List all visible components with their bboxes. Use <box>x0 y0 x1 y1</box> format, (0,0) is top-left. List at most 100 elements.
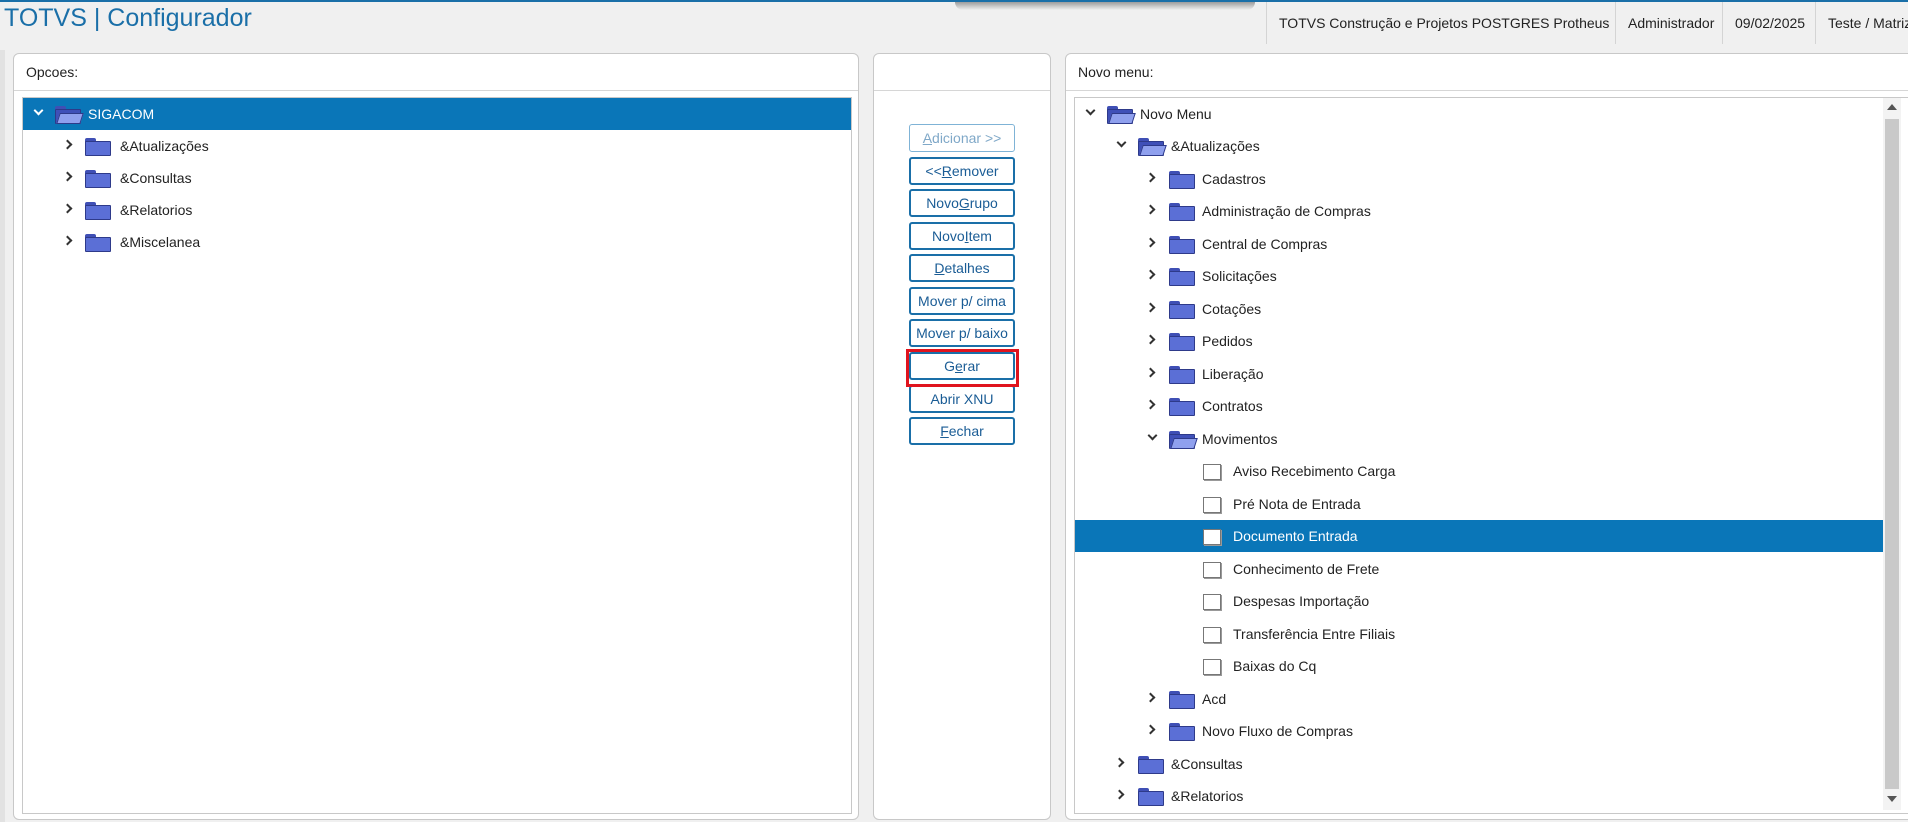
document-icon <box>1203 464 1221 480</box>
tree-node-consultas[interactable]: &Consultas <box>23 162 851 194</box>
chevron-down-icon[interactable] <box>1116 137 1127 148</box>
tree-node-miscelanea[interactable]: &Miscelanea <box>23 226 851 258</box>
chevron-right-icon[interactable] <box>1145 334 1156 345</box>
close-button[interactable]: Fechar <box>909 417 1015 445</box>
scrollbar-thumb[interactable] <box>1885 119 1899 789</box>
chevron-right-icon[interactable] <box>62 203 73 214</box>
open-xnu-button[interactable]: Abrir XNU <box>909 385 1015 413</box>
tree-node-atualizacoes[interactable]: &Atualizações <box>23 130 851 162</box>
tree-node-group[interactable]: Acd <box>1075 683 1908 715</box>
tree-node-item[interactable]: Pré Nota de Entrada <box>1075 488 1908 520</box>
chevron-right-icon[interactable] <box>62 235 73 246</box>
chevron-right-icon[interactable] <box>1145 399 1156 410</box>
tree-node-label: Pré Nota de Entrada <box>1233 496 1361 512</box>
details-button[interactable]: Detalhes <box>909 254 1015 282</box>
chevron-down-icon[interactable] <box>33 105 44 116</box>
options-panel-title: Opcoes: <box>26 64 79 80</box>
tree-node-group[interactable]: Administração de Compras <box>1075 195 1908 227</box>
tree-node-label: Baixas do Cq <box>1233 658 1317 674</box>
chevron-down-icon[interactable] <box>1085 105 1096 116</box>
tree-node-group[interactable]: Contratos <box>1075 390 1908 422</box>
tree-node-group[interactable]: Cadastros <box>1075 163 1908 195</box>
chevron-right-icon[interactable] <box>1145 302 1156 313</box>
branch-info[interactable]: Teste / Matriz <box>1815 2 1908 44</box>
tree-node-label: Documento Entrada <box>1233 528 1358 544</box>
tree-node-label: Contratos <box>1202 398 1263 414</box>
new-item-button[interactable]: Novo Item <box>909 222 1015 250</box>
user-info[interactable]: Administrador <box>1615 2 1722 44</box>
tree-node-label: &Relatorios <box>1171 788 1244 804</box>
panel-separator <box>1066 90 1908 91</box>
tree-node-consultas[interactable]: &Consultas <box>1075 748 1908 780</box>
tree-node-group[interactable]: Cotações <box>1075 293 1908 325</box>
document-icon <box>1203 562 1221 578</box>
tree-node-label: &Consultas <box>120 170 192 186</box>
scroll-up-arrow-icon[interactable] <box>1887 104 1897 110</box>
tree-node-label: &Consultas <box>1171 756 1243 772</box>
company-info[interactable]: TOTVS Construção e Projetos POSTGRES Pro… <box>1266 2 1615 44</box>
tree-node-group[interactable]: Pedidos <box>1075 325 1908 357</box>
chevron-right-icon[interactable] <box>1114 789 1125 800</box>
tree-node-item[interactable]: Aviso Recebimento Carga <box>1075 455 1908 487</box>
tree-node-label: Administração de Compras <box>1202 203 1371 219</box>
folder-icon <box>1169 398 1195 416</box>
chevron-right-icon[interactable] <box>62 139 73 150</box>
tree-node-label: Pedidos <box>1202 333 1253 349</box>
tree-node-label: Conhecimento de Frete <box>1233 561 1380 577</box>
chevron-right-icon[interactable] <box>1145 692 1156 703</box>
new-group-button[interactable]: Novo Grupo <box>909 189 1015 217</box>
move-down-button[interactable]: Mover p/ baixo <box>909 319 1015 347</box>
chevron-right-icon[interactable] <box>1145 367 1156 378</box>
folder-icon <box>1169 691 1195 709</box>
chevron-right-icon[interactable] <box>1145 204 1156 215</box>
folder-icon <box>85 138 111 156</box>
tree-node-label: Movimentos <box>1202 431 1278 447</box>
tree-node-group[interactable]: Novo Fluxo de Compras <box>1075 715 1908 747</box>
tree-node-atualizacoes[interactable]: &Atualizações <box>1075 130 1908 162</box>
new-menu-tree[interactable]: Novo Menu &Atualizações Cadastros Admini… <box>1074 97 1908 814</box>
folder-open-icon <box>1107 106 1136 124</box>
document-icon <box>1203 594 1221 610</box>
options-panel: Opcoes: SIGACOM &Atualizações &Consultas… <box>13 53 859 820</box>
tree-node-label: &Atualizações <box>120 138 209 154</box>
tree-node-group[interactable]: Central de Compras <box>1075 228 1908 260</box>
tree-node-group[interactable]: Solicitações <box>1075 260 1908 292</box>
tree-node-label: &Miscelanea <box>120 234 201 250</box>
folder-icon <box>1169 723 1195 741</box>
generate-button[interactable]: Ge rar <box>909 352 1015 380</box>
chevron-right-icon[interactable] <box>1114 757 1125 768</box>
date-info[interactable]: 09/02/2025 <box>1722 2 1815 44</box>
window-left-border <box>0 50 5 822</box>
tree-node-item-selected[interactable]: Documento Entrada <box>1075 520 1884 552</box>
remove-button[interactable]: << Remover <box>909 157 1015 185</box>
folder-icon <box>1169 171 1195 189</box>
tree-node-sigacom[interactable]: SIGACOM <box>23 98 851 130</box>
tree-node-item[interactable]: Transferência Entre Filiais <box>1075 618 1908 650</box>
tree-node-movimentos[interactable]: Movimentos <box>1075 423 1908 455</box>
tree-node-label: SIGACOM <box>88 106 155 122</box>
chevron-right-icon[interactable] <box>1145 724 1156 735</box>
tree-node-group[interactable]: Liberação <box>1075 358 1908 390</box>
tree-node-label: Cotações <box>1202 301 1262 317</box>
chevron-right-icon[interactable] <box>1145 237 1156 248</box>
move-up-button[interactable]: Mover p/ cima <box>909 287 1015 315</box>
folder-open-icon <box>1138 138 1167 156</box>
tree-node-item[interactable]: Baixas do Cq <box>1075 650 1908 682</box>
tree-node-relatorios[interactable]: &Relatorios <box>23 194 851 226</box>
tree-node-item[interactable]: Conhecimento de Frete <box>1075 553 1908 585</box>
chevron-down-icon[interactable] <box>1147 430 1158 441</box>
options-tree[interactable]: SIGACOM &Atualizações &Consultas &Relato… <box>22 97 852 814</box>
chevron-right-icon[interactable] <box>1145 269 1156 280</box>
chevron-right-icon[interactable] <box>1145 172 1156 183</box>
new-menu-panel-title: Novo menu: <box>1078 64 1154 80</box>
tree-node-novo-menu[interactable]: Novo Menu <box>1075 98 1908 130</box>
add-button[interactable]: Adicionar >> <box>909 124 1015 152</box>
tree-node-label: Novo Menu <box>1140 106 1212 122</box>
scroll-down-arrow-icon[interactable] <box>1887 796 1897 802</box>
tree-node-item[interactable]: Despesas Importação <box>1075 585 1908 617</box>
panel-separator <box>874 90 1050 91</box>
tree-node-label: &Relatorios <box>120 202 193 218</box>
tree-node-relatorios[interactable]: &Relatorios <box>1075 780 1908 812</box>
chevron-right-icon[interactable] <box>62 171 73 182</box>
folder-icon <box>1169 236 1195 254</box>
